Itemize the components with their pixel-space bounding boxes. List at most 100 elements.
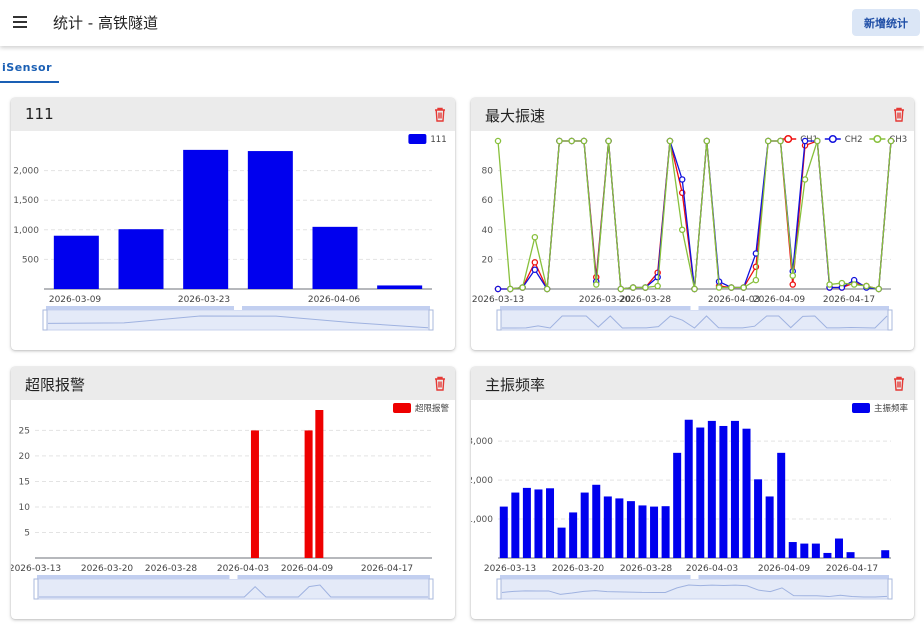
data-zoom-handle-right[interactable]	[887, 578, 893, 600]
data-point	[678, 176, 686, 183]
data-point	[543, 285, 551, 293]
data-point	[629, 284, 637, 291]
y-tick-label: 500	[22, 255, 39, 265]
data-zoom-handle-left[interactable]	[496, 578, 502, 600]
legend-swatch	[873, 134, 882, 144]
bar	[603, 496, 612, 558]
trash-icon[interactable]	[434, 107, 446, 122]
x-tick-label: 2026-04-03	[217, 564, 269, 574]
x-tick-label: 2026-03-23	[178, 295, 230, 305]
bar	[788, 542, 797, 558]
legend-swatch	[828, 134, 837, 144]
data-zoom-handle-left[interactable]	[33, 578, 39, 600]
bar	[696, 427, 705, 558]
x-tick-label: 2026-03-28	[619, 295, 672, 305]
data-point	[494, 285, 502, 293]
data-zoom-handle-right[interactable]	[887, 309, 893, 331]
bar	[684, 419, 693, 558]
bar	[522, 487, 531, 558]
bar	[569, 512, 578, 558]
bar	[511, 492, 520, 558]
data-zoom-handle-right[interactable]	[428, 578, 434, 600]
bar	[615, 498, 624, 558]
bar	[823, 552, 832, 558]
card-title: 主振频率	[485, 376, 546, 394]
data-point	[777, 137, 784, 145]
bar	[650, 506, 659, 558]
data-point	[826, 281, 833, 288]
x-tick-label: 2026-04-09	[758, 564, 811, 574]
page-title: 统计 - 高铁隧道	[53, 14, 158, 32]
bar	[800, 543, 809, 558]
data-point	[850, 281, 858, 288]
bar	[557, 527, 566, 558]
data-point	[740, 284, 747, 291]
data-point	[875, 285, 882, 293]
tab-isensor[interactable]: iSensor	[2, 61, 52, 74]
data-zoom-slider[interactable]	[45, 309, 431, 331]
bar	[580, 492, 589, 558]
bar	[546, 488, 555, 558]
bar	[881, 550, 890, 558]
bar	[707, 420, 716, 558]
data-point	[642, 284, 649, 291]
y-tick-label: 2,000	[13, 167, 39, 177]
bar	[377, 285, 423, 289]
bar	[765, 496, 774, 558]
chart-area: 500 1,000 1,500 2,000 2026-03-09 2026-03-23 20…	[13, 134, 447, 331]
data-zoom-handle-left[interactable]	[496, 309, 502, 331]
x-tick-label: 2026-04-03	[686, 564, 738, 574]
y-tick-label: 1,000	[471, 515, 493, 525]
legend-swatch	[784, 134, 793, 144]
data-point	[801, 176, 809, 183]
bar	[673, 452, 682, 558]
data-point	[814, 137, 821, 145]
y-tick-label: 10	[19, 503, 31, 513]
bar	[742, 428, 751, 558]
trash-icon[interactable]	[434, 376, 446, 391]
tab-indicator	[0, 81, 59, 83]
add-statistic-button[interactable]: 新增统计	[852, 9, 920, 36]
bar	[754, 479, 763, 558]
data-point	[666, 137, 674, 145]
chart-area: 1,000 2,000 3,000 2026-03-13 2026-03-20 2026-…	[471, 403, 909, 600]
card-header: 超限报警	[11, 367, 455, 400]
menu-icon[interactable]	[12, 13, 30, 33]
chart-card-dominant-frequency: 主振频率 1,000 2,000 3,000 2026-03-13 2026-03-20…	[471, 367, 914, 619]
data-point	[654, 282, 661, 290]
y-tick-label: 2,000	[471, 476, 493, 486]
chart-card-max-velocity: 最大振速 20 40 60 80 2026-03-13 2026-03-20 2026-03…	[471, 98, 914, 350]
bar	[638, 505, 647, 558]
trash-icon[interactable]	[893, 376, 905, 391]
bar	[811, 543, 820, 558]
bar	[247, 151, 293, 289]
series-line	[497, 140, 892, 290]
y-tick-label: 40	[482, 226, 494, 236]
data-zoom-slider[interactable]	[36, 578, 431, 600]
bar	[499, 506, 508, 558]
y-tick-label: 20	[19, 452, 31, 462]
y-tick-label: 15	[19, 477, 30, 487]
trash-icon[interactable]	[893, 107, 905, 122]
legend-label: 主振频率	[874, 403, 909, 414]
data-point	[887, 137, 895, 145]
y-tick-label: 5	[24, 528, 30, 538]
x-tick-label: 2026-03-13	[484, 564, 536, 574]
bar	[304, 430, 313, 558]
bar	[534, 489, 543, 558]
bar	[118, 229, 164, 289]
data-point	[728, 284, 735, 291]
data-point	[863, 282, 870, 290]
data-point	[593, 281, 600, 288]
bar	[730, 420, 739, 558]
x-tick-label: 2026-03-28	[145, 564, 198, 574]
x-tick-label: 2026-04-17	[826, 564, 878, 574]
bar	[661, 506, 670, 558]
data-zoom-handle-right[interactable]	[428, 309, 434, 331]
bar	[719, 425, 728, 558]
data-zoom-handle-left[interactable]	[42, 309, 48, 331]
x-tick-label: 2026-04-09	[281, 564, 334, 574]
x-tick-label: 2026-04-06	[308, 295, 361, 305]
data-point	[801, 137, 809, 145]
legend-label: CH2	[845, 135, 863, 145]
